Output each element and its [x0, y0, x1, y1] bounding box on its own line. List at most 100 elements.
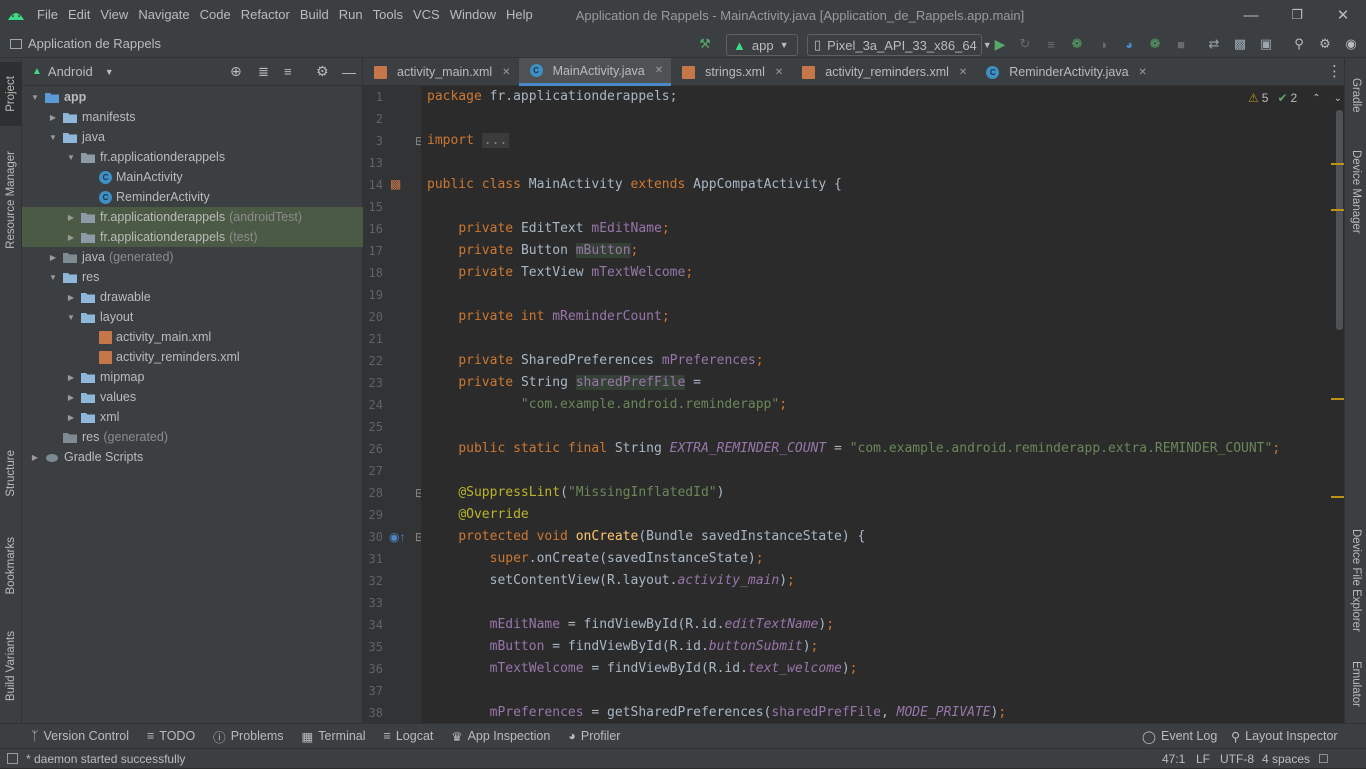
- tree-item[interactable]: ▶ values: [22, 387, 363, 407]
- tree-item[interactable]: ▶ drawable: [22, 287, 363, 307]
- rerun-icon[interactable]: ↻: [1017, 36, 1033, 52]
- menu-run[interactable]: Run: [334, 0, 368, 30]
- code-line[interactable]: mTextWelcome = findViewById(R.id.text_we…: [427, 658, 858, 680]
- attach-debugger-icon[interactable]: ◑: [1095, 36, 1111, 52]
- code-line[interactable]: private EditText mEditName;: [427, 218, 669, 240]
- panel-toggle-icon[interactable]: [7, 753, 18, 764]
- chevron-right-icon[interactable]: ▶: [64, 413, 78, 422]
- tree-item[interactable]: ▶ Gradle Scripts: [22, 447, 363, 467]
- chevron-right-icon[interactable]: ▶: [46, 113, 60, 122]
- chevron-down-icon[interactable]: ▼: [64, 313, 78, 322]
- menu-view[interactable]: View: [95, 0, 133, 30]
- editor-tab[interactable]: strings.xml ✕: [671, 58, 791, 86]
- settings-gear-icon[interactable]: ⚙: [1317, 36, 1333, 52]
- code-line[interactable]: "com.example.android.reminderapp";: [427, 394, 787, 416]
- tool-tab-structure[interactable]: Structure: [0, 438, 22, 508]
- code-line[interactable]: setContentView(R.layout.activity_main);: [427, 570, 795, 592]
- tool-tab-project[interactable]: Project: [0, 62, 22, 126]
- chevron-right-icon[interactable]: ▶: [64, 213, 78, 222]
- chevron-right-icon[interactable]: ▶: [28, 453, 42, 462]
- code-line[interactable]: private int mReminderCount;: [427, 306, 669, 328]
- run-icon[interactable]: ▶: [992, 36, 1008, 52]
- sdk-manager-icon[interactable]: ▣: [1258, 36, 1274, 52]
- tool-problems[interactable]: ⓘ Problems: [204, 727, 292, 746]
- close-window-button[interactable]: ✕: [1320, 0, 1366, 30]
- build-hammer-icon[interactable]: ⚒: [697, 36, 713, 52]
- tree-item[interactable]: ▶ xml: [22, 407, 363, 427]
- tool-profiler[interactable]: ◕ Profiler: [559, 729, 629, 743]
- tool-tab-device-manager[interactable]: Device Manager: [1345, 140, 1366, 244]
- chevron-right-icon[interactable]: ▶: [64, 393, 78, 402]
- hide-panel-icon[interactable]: —: [342, 64, 356, 80]
- stop-icon[interactable]: ■: [1173, 36, 1189, 52]
- status-message[interactable]: * daemon started successfully: [26, 752, 185, 766]
- tool-layout-inspector[interactable]: ⚲ Layout Inspector: [1222, 729, 1347, 744]
- search-icon[interactable]: ⚲: [1291, 36, 1307, 52]
- tool-tab-resource-manager[interactable]: Resource Manager: [0, 140, 22, 260]
- menu-edit[interactable]: Edit: [63, 0, 95, 30]
- code-line[interactable]: public class MainActivity extends AppCom…: [427, 174, 842, 196]
- tool-tab-gradle[interactable]: Gradle: [1345, 66, 1366, 124]
- code-line[interactable]: super.onCreate(savedInstanceState);: [427, 548, 764, 570]
- tab-menu-icon[interactable]: ⋮: [1327, 62, 1342, 80]
- editor-tab[interactable]: C ReminderActivity.java ✕: [975, 58, 1155, 86]
- chevron-right-icon[interactable]: ▶: [46, 253, 60, 262]
- tree-item[interactable]: ▶ fr.applicationderappels (androidTest): [22, 207, 363, 227]
- close-tab-icon[interactable]: ✕: [502, 67, 510, 78]
- tree-item[interactable]: activity_reminders.xml: [22, 347, 363, 367]
- tree-item[interactable]: ▶ manifests: [22, 107, 363, 127]
- menu-vcs[interactable]: VCS: [408, 0, 445, 30]
- chevron-up-icon[interactable]: ⌃: [1312, 93, 1320, 104]
- code-line[interactable]: @SuppressLint("MissingInflatedId"): [427, 482, 724, 504]
- run-config-select[interactable]: ▲ app ▼: [726, 34, 798, 56]
- tree-item[interactable]: ▶ mipmap: [22, 367, 363, 387]
- tree-item[interactable]: ▼ res: [22, 267, 363, 287]
- collapse-all-icon[interactable]: ≡: [284, 64, 292, 79]
- tree-item[interactable]: ▶ java (generated): [22, 247, 363, 267]
- editor-tab[interactable]: activity_reminders.xml ✕: [791, 58, 975, 86]
- editor-tab[interactable]: C MainActivity.java ✕: [518, 58, 672, 86]
- code-line[interactable]: @Override: [427, 504, 528, 526]
- sync-gradle-icon[interactable]: ⇄: [1206, 36, 1222, 52]
- code-line[interactable]: private TextView mTextWelcome;: [427, 262, 693, 284]
- chevron-down-icon[interactable]: ▼: [46, 133, 60, 142]
- maximize-button[interactable]: ❐: [1274, 0, 1320, 30]
- tool-logcat[interactable]: ≡ Logcat: [375, 729, 443, 743]
- warning-marker[interactable]: [1331, 496, 1344, 498]
- menu-build[interactable]: Build: [295, 0, 334, 30]
- menu-tools[interactable]: Tools: [368, 0, 408, 30]
- tree-item[interactable]: ▼ layout: [22, 307, 363, 327]
- warning-marker[interactable]: [1331, 398, 1344, 400]
- menu-navigate[interactable]: Navigate: [133, 0, 194, 30]
- tool-app-inspection[interactable]: ♛ App Inspection: [442, 729, 559, 744]
- chevron-right-icon[interactable]: ▶: [64, 373, 78, 382]
- menu-window[interactable]: Window: [445, 0, 501, 30]
- tool-version-control[interactable]: ᛉ Version Control: [22, 729, 138, 743]
- menu-code[interactable]: Code: [195, 0, 236, 30]
- close-tab-icon[interactable]: ✕: [655, 65, 663, 76]
- code-line[interactable]: public static final String EXTRA_REMINDE…: [427, 438, 1280, 460]
- tool-tab-build-variants[interactable]: Build Variants: [0, 621, 22, 711]
- code-line[interactable]: protected void onCreate(Bundle savedInst…: [427, 526, 865, 548]
- close-tab-icon[interactable]: ✕: [1139, 67, 1147, 78]
- editor-tab[interactable]: activity_main.xml ✕: [363, 58, 519, 86]
- tool-tab-emulator[interactable]: Emulator: [1345, 652, 1366, 716]
- tree-item[interactable]: ▼ app: [22, 87, 363, 107]
- warning-marker[interactable]: [1331, 163, 1344, 165]
- tool-event-log[interactable]: ◯ Event Log: [1133, 729, 1226, 744]
- code-editor[interactable]: package fr.applicationderappels; import .…: [421, 86, 1344, 723]
- menu-refactor[interactable]: Refactor: [236, 0, 295, 30]
- code-line[interactable]: package fr.applicationderappels;: [427, 86, 677, 108]
- tool-tab-device-file-explorer[interactable]: Device File Explorer: [1345, 510, 1366, 650]
- code-line[interactable]: private SharedPreferences mPreferences;: [427, 350, 763, 372]
- apply-changes-icon[interactable]: ≡: [1043, 36, 1059, 52]
- expand-all-icon[interactable]: ≣: [258, 64, 269, 80]
- code-line[interactable]: mButton = findViewById(R.id.buttonSubmit…: [427, 636, 819, 658]
- chevron-right-icon[interactable]: ▶: [64, 233, 78, 242]
- file-encoding[interactable]: UTF-8: [1220, 749, 1254, 769]
- chevron-right-icon[interactable]: ▶: [64, 293, 78, 302]
- override-method-icon[interactable]: ◉↑: [389, 530, 405, 544]
- tree-item[interactable]: C ReminderActivity: [22, 187, 363, 207]
- caret-position[interactable]: 47:1: [1162, 749, 1185, 769]
- profile-icon[interactable]: ◕: [1121, 36, 1137, 52]
